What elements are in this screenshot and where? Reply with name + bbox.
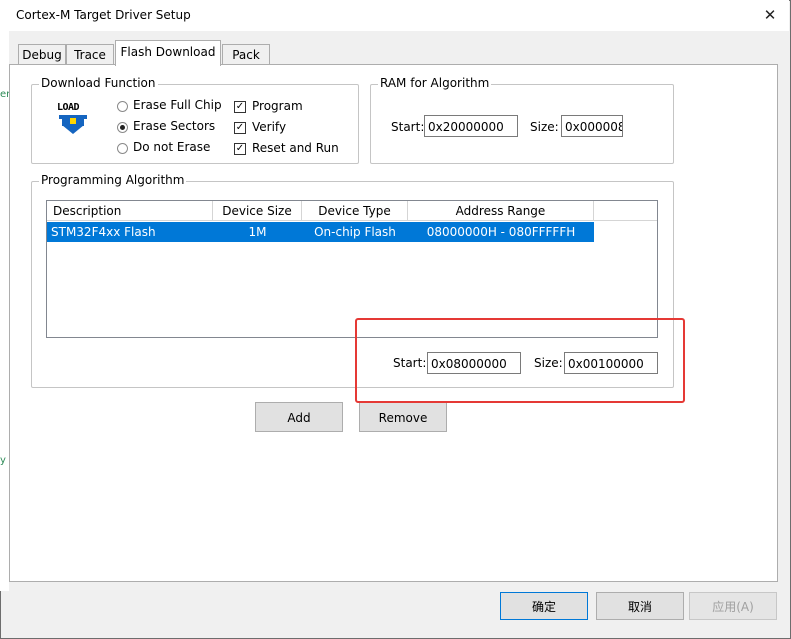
load-icon: LOAD — [56, 102, 90, 136]
column-header-device-size[interactable]: Device Size — [213, 201, 302, 221]
cell-device-size: 1M — [248, 225, 267, 239]
checkbox-label: Verify — [252, 120, 287, 134]
cell-address-range: 08000000H - 080FFFFFH — [426, 225, 576, 239]
checkbox-label: Program — [252, 99, 303, 113]
ram-legend: RAM for Algorithm — [378, 76, 492, 90]
ok-button[interactable]: 确定 — [500, 592, 588, 620]
close-button[interactable]: ✕ — [752, 2, 788, 29]
ram-size-label: Size: — [530, 120, 559, 134]
tab-debug[interactable]: Debug — [18, 44, 66, 65]
programming-algorithm-legend: Programming Algorithm — [39, 173, 187, 187]
tab-pack[interactable]: Pack — [222, 44, 270, 65]
radio-label: Erase Full Chip — [133, 98, 222, 112]
checkbox-reset-and-run[interactable]: ✓ — [234, 143, 246, 155]
ram-size-input[interactable]: 0x000008 — [561, 115, 623, 137]
column-header-address-range[interactable]: Address Range — [408, 201, 594, 221]
radio-label: Do not Erase — [133, 140, 211, 154]
radio-erase-sectors[interactable] — [117, 122, 128, 133]
background-text-fragment: y — [0, 455, 6, 466]
remove-button[interactable]: Remove — [359, 402, 447, 432]
checkbox-verify[interactable]: ✓ — [234, 122, 246, 134]
title-bar: Cortex-M Target Driver Setup ✕ — [0, 0, 789, 31]
checkbox-label: Reset and Run — [252, 141, 339, 155]
add-button[interactable]: Add — [255, 402, 343, 432]
load-icon-label: LOAD — [57, 102, 80, 113]
window-title: Cortex-M Target Driver Setup — [16, 8, 191, 22]
radio-label: Erase Sectors — [133, 119, 216, 133]
ram-start-label: Start: — [391, 120, 425, 134]
checkbox-program[interactable]: ✓ — [234, 101, 246, 113]
ram-for-algorithm-group: RAM for Algorithm Start: 0x20000000 Size… — [370, 76, 674, 164]
column-header-description[interactable]: Description — [47, 201, 213, 221]
table-row[interactable]: STM32F4xx Flash 1M On-chip Flash 0800000… — [47, 222, 594, 242]
download-function-legend: Download Function — [39, 76, 158, 90]
column-header-filler — [594, 201, 657, 221]
cell-description: STM32F4xx Flash — [51, 225, 156, 239]
column-header-device-type[interactable]: Device Type — [302, 201, 408, 221]
cancel-button[interactable]: 取消 — [596, 592, 684, 620]
tab-flash-download[interactable]: Flash Download — [115, 40, 221, 66]
ram-start-input[interactable]: 0x20000000 — [424, 115, 518, 137]
background-editor-strip: er y — [0, 31, 10, 591]
highlight-box — [355, 318, 685, 403]
download-function-group: Download Function LOAD Erase Full Chip E… — [31, 76, 359, 164]
apply-button[interactable]: 应用(A) — [689, 592, 777, 620]
radio-erase-full-chip[interactable] — [117, 101, 128, 112]
radio-do-not-erase[interactable] — [117, 143, 128, 154]
cell-device-type: On-chip Flash — [314, 225, 396, 239]
tab-trace[interactable]: Trace — [66, 44, 114, 65]
